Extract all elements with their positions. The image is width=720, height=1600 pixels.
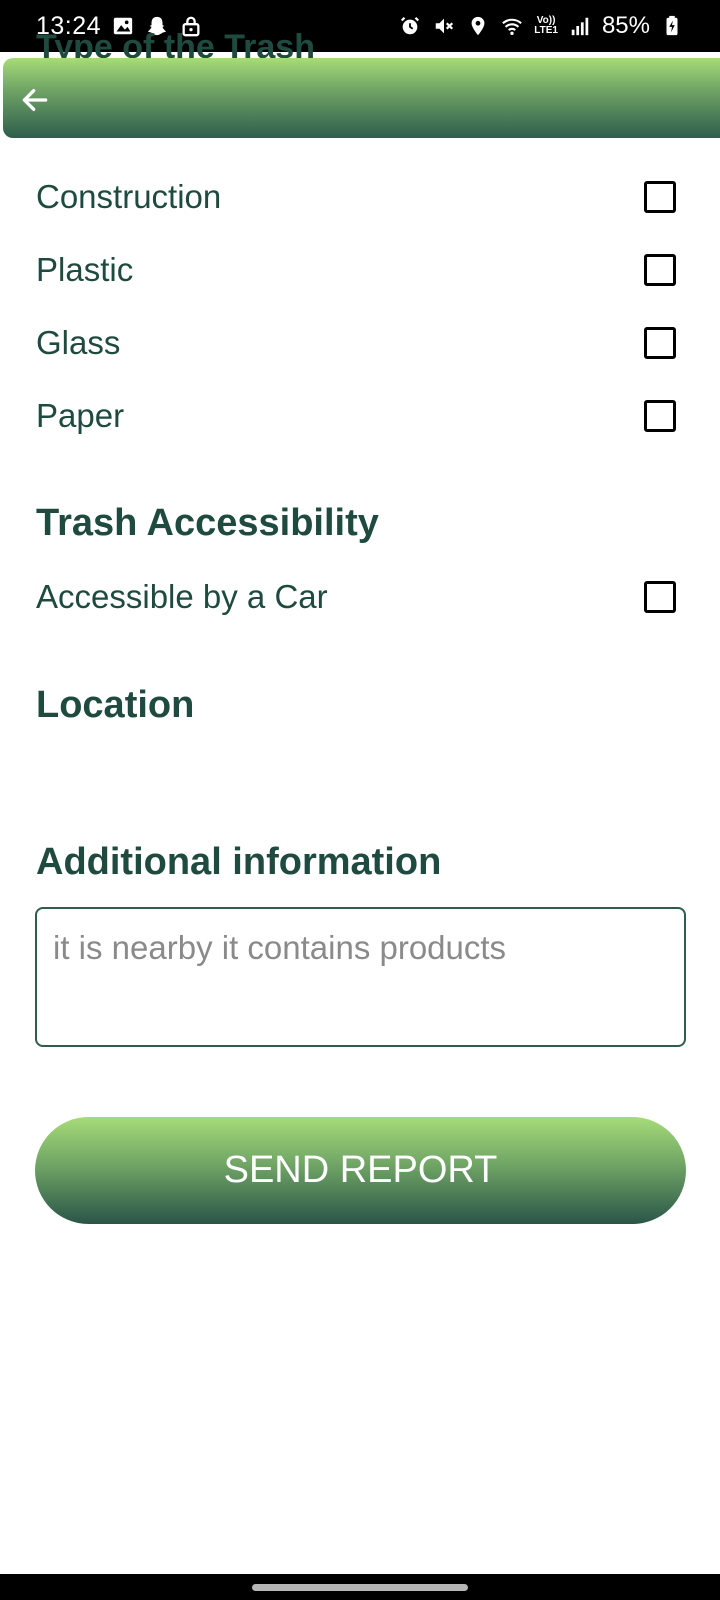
option-label: Accessible by a Car bbox=[36, 578, 328, 615]
home-gesture-handle[interactable] bbox=[252, 1584, 468, 1591]
send-report-label: SEND REPORT bbox=[223, 1149, 498, 1191]
additional-info-input[interactable]: it is nearby it contains products bbox=[35, 907, 686, 1047]
location-section-title: Location bbox=[36, 684, 195, 726]
trash-type-option: Paper bbox=[36, 391, 676, 441]
option-label: Construction bbox=[36, 178, 222, 215]
app-header bbox=[3, 58, 720, 138]
navigation-bar bbox=[0, 1574, 720, 1600]
accessibility-section-title: Trash Accessibility bbox=[36, 502, 379, 544]
construction-checkbox[interactable] bbox=[644, 181, 676, 213]
trash-type-option: Plastic bbox=[36, 245, 676, 295]
trash-type-option: Construction bbox=[36, 172, 676, 222]
back-button[interactable] bbox=[15, 80, 55, 120]
arrow-left-icon bbox=[19, 84, 51, 116]
volte-bottom-label: LTE1 bbox=[534, 25, 558, 36]
accessible-by-car-checkbox[interactable] bbox=[644, 581, 676, 613]
mute-icon bbox=[432, 14, 456, 38]
accessibility-option: Accessible by a Car bbox=[36, 572, 676, 622]
alarm-icon bbox=[398, 14, 422, 38]
signal-icon bbox=[568, 14, 592, 38]
battery-percent: 85% bbox=[601, 12, 650, 39]
battery-charging-icon bbox=[660, 14, 684, 38]
location-pin-icon bbox=[466, 14, 490, 38]
glass-checkbox[interactable] bbox=[644, 327, 676, 359]
trash-type-option: Glass bbox=[36, 318, 676, 368]
trash-type-heading: Type of the Trash bbox=[36, 28, 315, 58]
option-label: Paper bbox=[36, 397, 125, 434]
additional-info-section-title: Additional information bbox=[36, 841, 442, 883]
send-report-button[interactable]: SEND REPORT bbox=[35, 1117, 686, 1224]
plastic-checkbox[interactable] bbox=[644, 254, 676, 286]
volte-indicator: Vo)) LTE1 bbox=[534, 16, 558, 36]
option-label: Glass bbox=[36, 324, 121, 361]
wifi-icon bbox=[500, 14, 524, 38]
option-label: Plastic bbox=[36, 251, 134, 288]
paper-checkbox[interactable] bbox=[644, 400, 676, 432]
